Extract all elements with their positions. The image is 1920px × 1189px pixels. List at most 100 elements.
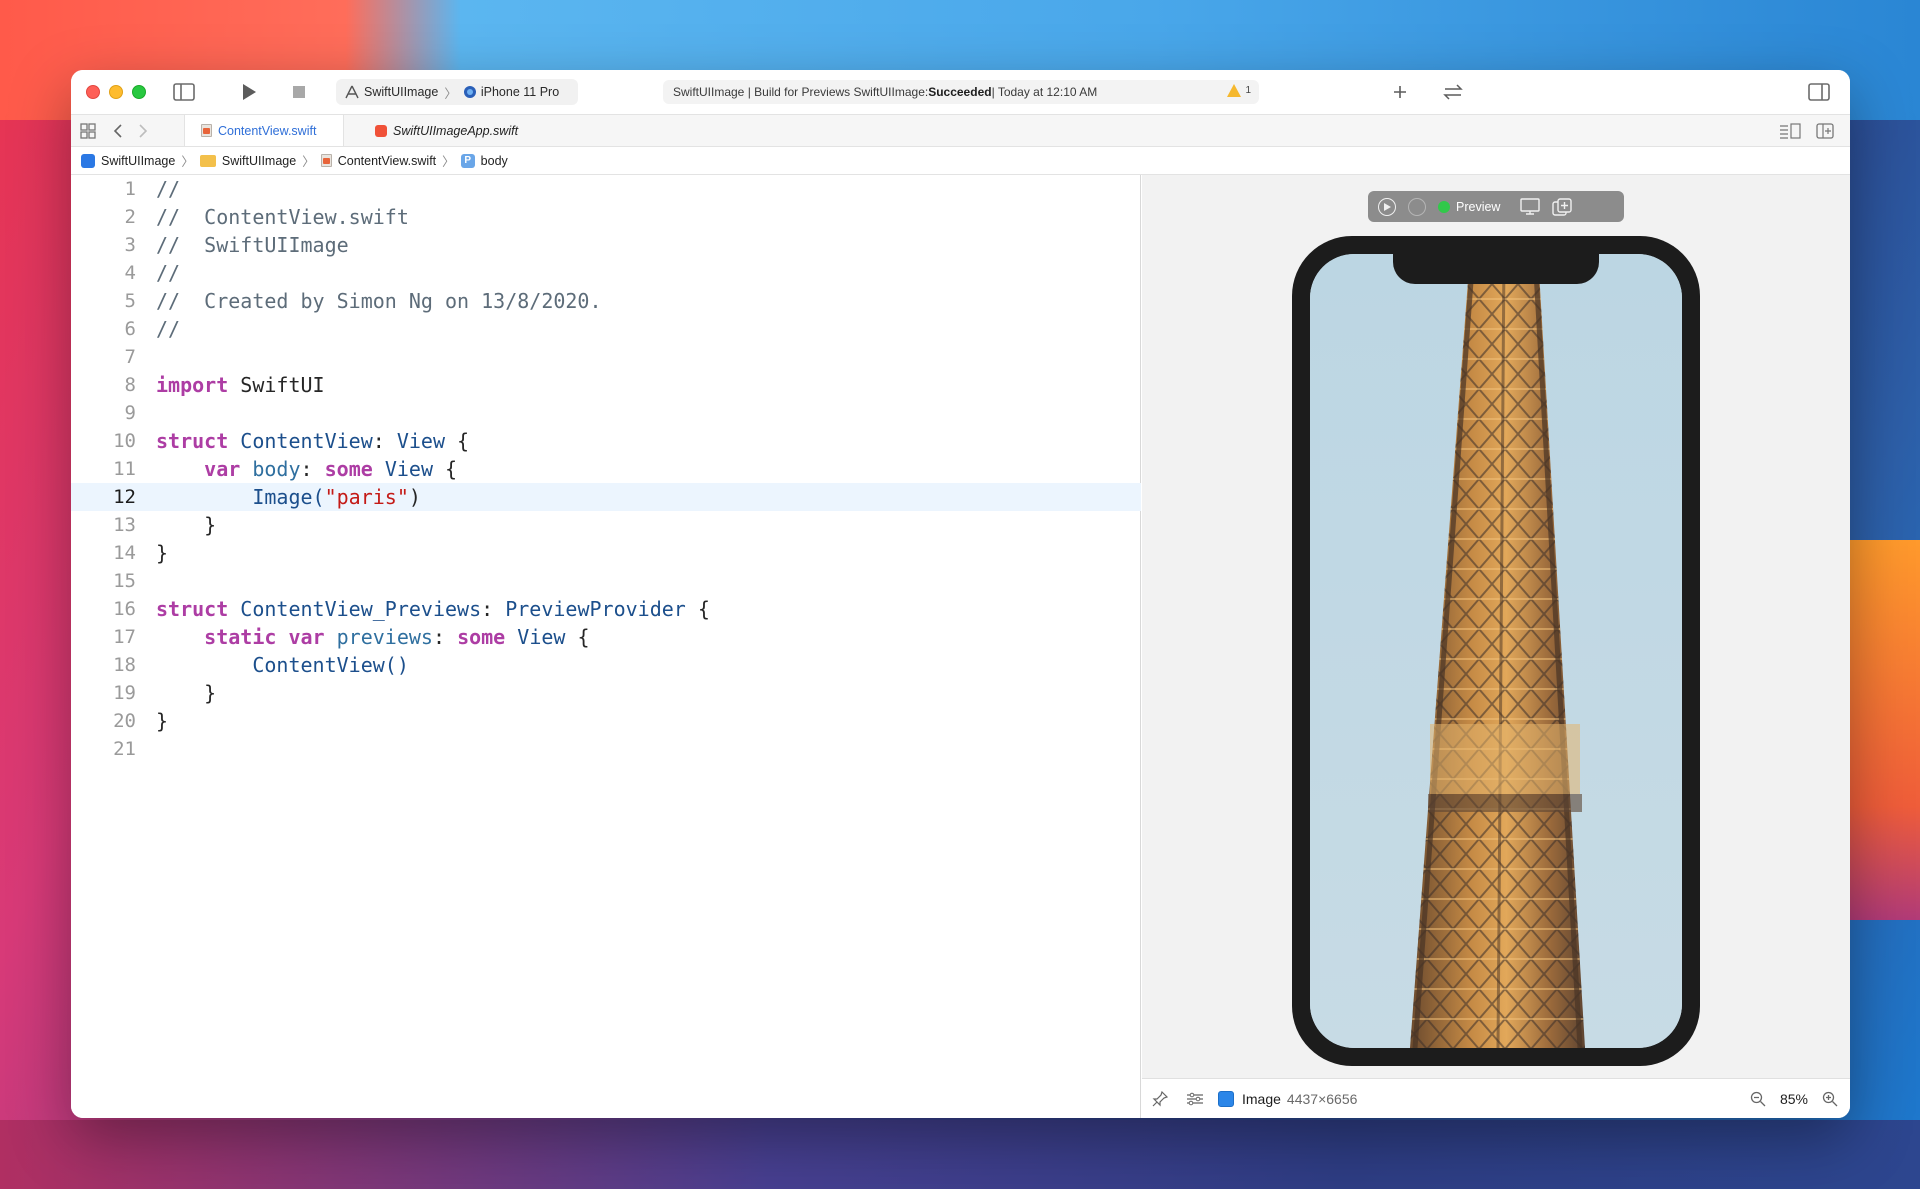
- device-notch: [1393, 254, 1599, 284]
- zoom-out-icon[interactable]: [1750, 1091, 1766, 1107]
- tab-swiftuiimageapp[interactable]: SwiftUIImageApp.swift: [359, 115, 539, 146]
- tab-contentview[interactable]: ContentView.swift: [184, 115, 344, 146]
- punctuation: {: [433, 457, 458, 481]
- image-icon: [1218, 1090, 1234, 1107]
- code-line: 6 //: [71, 315, 1141, 343]
- preview-image-paris[interactable]: [1310, 254, 1682, 1048]
- line-number: 6: [124, 318, 136, 340]
- add-icon[interactable]: [1388, 81, 1412, 103]
- breadcrumb-project[interactable]: SwiftUIImage: [101, 154, 175, 168]
- punctuation: {: [445, 429, 470, 453]
- type-name: ContentView: [228, 429, 373, 453]
- back-chevron-icon[interactable]: [106, 120, 130, 142]
- minimize-window-button[interactable]: [109, 85, 123, 99]
- code-text: }: [156, 709, 169, 733]
- code-text: static var previews: some View {: [156, 623, 589, 651]
- line-number: 20: [113, 710, 136, 732]
- simulator-icon: [463, 86, 476, 98]
- live-preview-icon[interactable]: [1378, 197, 1396, 216]
- keyword: import: [156, 373, 229, 397]
- activity-status: Succeeded: [928, 85, 992, 99]
- breadcrumb-file[interactable]: ContentView.swift: [338, 154, 436, 168]
- chevron-right-icon: 〉: [302, 155, 315, 169]
- canvas-bottom-bar: Image 4437×6656 85%: [1142, 1078, 1850, 1118]
- code-line: 7: [71, 343, 1141, 371]
- source-editor[interactable]: 1 // 2// ContentView.swift 3// SwiftUIIma…: [71, 175, 1141, 1118]
- preview-label: Preview: [1456, 199, 1501, 214]
- type-name: ContentView_Previews: [228, 597, 482, 621]
- debug-preview-icon[interactable]: [1408, 197, 1426, 216]
- swift-file-icon: [320, 154, 332, 167]
- string-literal: "paris": [324, 485, 409, 509]
- code-text: import SwiftUI: [156, 371, 325, 399]
- tab-label: SwiftUIImageApp.swift: [393, 123, 519, 138]
- scheme-device: iPhone 11 Pro: [480, 85, 560, 99]
- navigator-toggle-icon[interactable]: [172, 81, 196, 103]
- chevron-right-icon: 〉: [442, 155, 455, 169]
- device-frame: [1292, 236, 1700, 1066]
- zoom-in-icon[interactable]: [1822, 1091, 1838, 1107]
- duplicate-preview-icon[interactable]: [1552, 197, 1573, 216]
- code-line: 14}: [71, 539, 1141, 567]
- device-settings-icon[interactable]: [1520, 197, 1541, 216]
- desktop-wallpaper-bottom: [0, 1120, 1920, 1189]
- line-number: 15: [113, 570, 136, 592]
- line-number: 16: [113, 598, 136, 620]
- inspector-toggle-icon[interactable]: [1807, 81, 1831, 103]
- punctuation: :: [300, 457, 325, 481]
- type-name: View: [396, 429, 446, 453]
- line-number: 9: [124, 402, 136, 424]
- punctuation: ): [408, 485, 421, 509]
- editor-options-icon[interactable]: [1778, 120, 1802, 142]
- code-text: struct ContentView: View {: [156, 427, 469, 455]
- line-number: 10: [113, 430, 136, 452]
- line-number: 11: [113, 458, 136, 480]
- module-name: SwiftUI: [228, 373, 325, 397]
- forward-chevron-icon[interactable]: [131, 120, 155, 142]
- pin-icon[interactable]: [1152, 1090, 1172, 1107]
- zoom-level[interactable]: 85%: [1780, 1091, 1808, 1107]
- keyword: some: [324, 457, 373, 481]
- activity-viewer: SwiftUIImage | Build for Previews SwiftU…: [663, 80, 1259, 104]
- zoom-window-button[interactable]: [132, 85, 146, 99]
- selected-element-size: 4437×6656: [1286, 1090, 1358, 1107]
- warnings-indicator[interactable]: 1: [1227, 84, 1251, 97]
- code-line: 17 static var previews: some View {: [71, 623, 1141, 651]
- code-line: 2 // ContentView.swift: [71, 203, 1141, 231]
- code-review-icon[interactable]: [1441, 81, 1465, 103]
- code-text: //: [156, 261, 181, 285]
- adjust-icon[interactable]: [1186, 1092, 1206, 1106]
- breadcrumb-folder[interactable]: SwiftUIImage: [222, 154, 296, 168]
- code-line: 19 }: [71, 679, 1141, 707]
- breadcrumb: SwiftUIImage 〉 SwiftUIImage 〉 ContentVie…: [71, 147, 1850, 175]
- code-line: 9: [71, 399, 1141, 427]
- code-line: 10 struct ContentView: View {: [71, 427, 1141, 455]
- scheme-selector[interactable]: SwiftUIImage 〉 iPhone 11 Pro: [336, 79, 578, 105]
- line-number: 3: [124, 234, 136, 256]
- line-number: 5: [124, 290, 136, 312]
- grid-icon[interactable]: [76, 120, 100, 142]
- type-name: PreviewProvider: [505, 597, 686, 621]
- code-line: 18 ContentView(): [71, 651, 1141, 679]
- keyword: struct: [156, 429, 229, 453]
- breadcrumb-symbol[interactable]: body: [481, 154, 508, 168]
- code-text: // Created by Simon Ng on 13/8/2020.: [156, 289, 602, 313]
- split-editor-icon[interactable]: [1813, 120, 1837, 142]
- close-window-button[interactable]: [86, 85, 100, 99]
- code-line: 15: [71, 567, 1141, 595]
- punctuation: :: [372, 429, 397, 453]
- scheme-target: SwiftUIImage: [364, 85, 439, 99]
- line-number: 1: [124, 178, 136, 200]
- run-icon[interactable]: [237, 81, 261, 103]
- code-line: 3 // SwiftUIImage: [71, 231, 1141, 259]
- stop-icon[interactable]: [287, 81, 311, 103]
- swift-icon: [375, 124, 387, 137]
- code-text: struct ContentView_Previews: PreviewProv…: [156, 595, 710, 623]
- line-number: 21: [113, 738, 136, 760]
- line-number: 7: [124, 346, 136, 368]
- line-number: 19: [113, 682, 136, 704]
- status-dot-icon: [1438, 200, 1450, 213]
